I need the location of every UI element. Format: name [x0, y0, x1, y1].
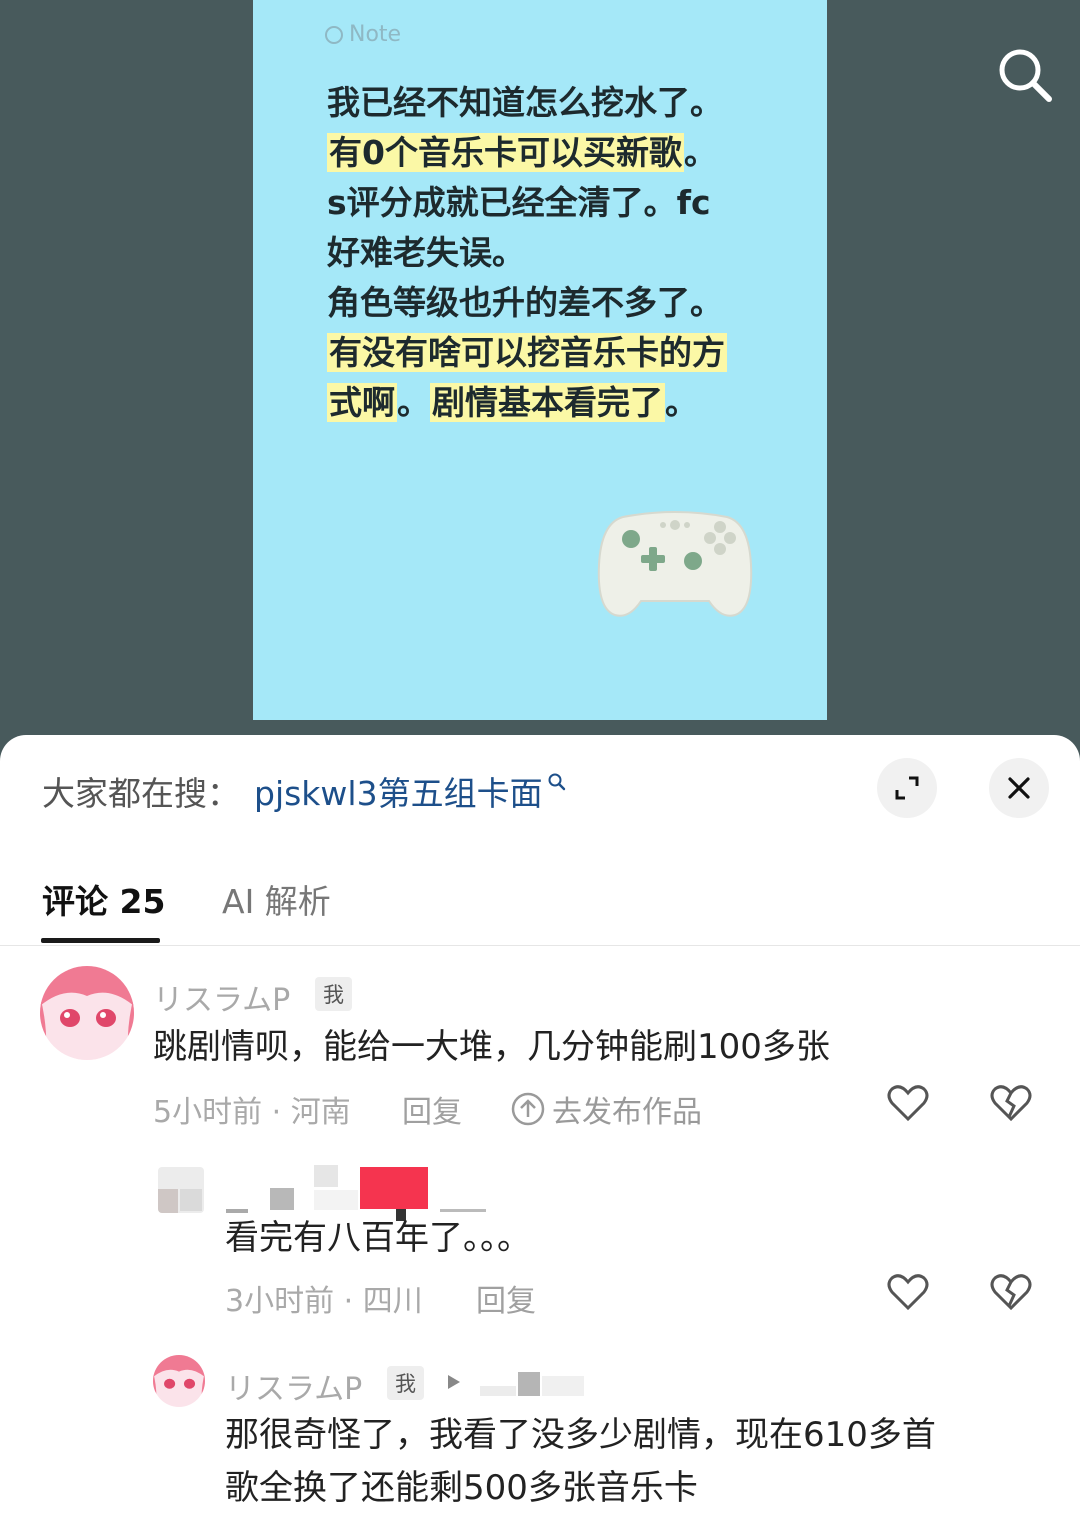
note-line-seg: 。	[665, 383, 698, 422]
reply-button[interactable]: 回复	[402, 1087, 462, 1131]
dislike-broken-heart-icon[interactable]	[989, 1081, 1033, 1125]
like-heart-icon[interactable]	[886, 1081, 930, 1125]
comment-text-line: 歌全换了还能剩500多张音乐卡	[225, 1468, 698, 1508]
expand-icon	[895, 776, 919, 800]
search-small-icon[interactable]	[547, 772, 567, 792]
active-tab-indicator	[41, 938, 160, 943]
reply-button[interactable]: 回复	[476, 1276, 536, 1320]
comment-text: 跳剧情呗，能给一大堆，几分钟能刷100多张	[153, 1027, 830, 1067]
note-line: 我已经不知道怎么挖水了。	[327, 83, 723, 122]
note-line: 好难老失误。	[327, 233, 525, 272]
tab-ai-analysis[interactable]: AI 解析	[222, 875, 331, 923]
comment-text-line: 那很奇怪了，我看了没多少剧情，现在610多首	[225, 1415, 936, 1455]
media-area[interactable]: Note 我已经不知道怎么挖水了。 有0个音乐卡可以买新歌。 s评分成就已经全清…	[0, 0, 1080, 760]
comment-meta: 3小时前 · 四川	[225, 1284, 423, 1319]
expand-button[interactable]	[877, 758, 937, 818]
dislike-broken-heart-icon[interactable]	[989, 1270, 1033, 1314]
note-circle-icon	[325, 25, 343, 44]
note-line: 有0个音乐卡可以买新歌。	[327, 128, 797, 178]
avatar-image	[153, 1355, 205, 1407]
avatar[interactable]	[153, 1355, 205, 1407]
comment-text: 看完有八百年了。。。	[225, 1218, 531, 1258]
publish-work-button[interactable]: 去发布作品	[510, 1087, 702, 1131]
comment-username[interactable]: リスラムP	[153, 975, 290, 1019]
note-highlight: 有没有啥可以挖音乐卡的方	[327, 333, 727, 372]
avatar[interactable]	[40, 966, 134, 1060]
me-badge: 我	[315, 977, 352, 1011]
close-button[interactable]	[989, 758, 1049, 818]
publish-work-label: 去发布作品	[552, 1095, 702, 1130]
note-line-seg: 。	[397, 383, 430, 422]
note-label: Note	[325, 22, 401, 47]
avatar[interactable]	[158, 1167, 204, 1213]
upload-icon	[511, 1092, 545, 1126]
note-highlight: 剧情基本看完了	[430, 383, 665, 422]
close-icon	[1008, 777, 1030, 799]
trending-search: 大家都在搜： pjskwl3第五组卡面	[42, 771, 567, 813]
note-text: 我已经不知道怎么挖水了。 有0个音乐卡可以买新歌。 s评分成就已经全清了。fc …	[327, 78, 797, 428]
trending-search-link[interactable]: pjskwl3第五组卡面	[254, 767, 543, 815]
note-card: Note 我已经不知道怎么挖水了。 有0个音乐卡可以买新歌。 s评分成就已经全清…	[253, 0, 827, 720]
note-line: 有没有啥可以挖音乐卡的方	[327, 328, 797, 378]
game-controller-icon	[597, 511, 753, 617]
tab-bar: 评论 25 AI 解析	[0, 855, 1080, 946]
avatar-image	[40, 966, 134, 1060]
me-badge: 我	[387, 1366, 424, 1400]
note-highlight: 有0个音乐卡可以买新歌	[327, 133, 684, 172]
comment-meta: 5小时前 · 河南	[153, 1095, 351, 1130]
comment-sheet: 大家都在搜： pjskwl3第五组卡面 评论 25 AI 解析 リスラムP 我 …	[0, 735, 1080, 1514]
note-line: s评分成就已经全清了。fc	[327, 183, 711, 222]
note-line-tail: 。	[683, 133, 717, 172]
reply-arrow-icon	[448, 1375, 460, 1389]
note-highlight: 式啊	[327, 383, 397, 422]
tab-comments[interactable]: 评论 25	[42, 875, 165, 923]
trending-search-prefix: 大家都在搜：	[42, 774, 240, 813]
note-label-text: Note	[349, 22, 402, 47]
search-icon[interactable]	[994, 44, 1056, 106]
like-heart-icon[interactable]	[886, 1270, 930, 1314]
note-line: 角色等级也升的差不多了。	[327, 283, 723, 322]
note-line: 式啊。剧情基本看完了。	[327, 378, 797, 428]
comment-username[interactable]: リスラムP	[225, 1364, 362, 1408]
